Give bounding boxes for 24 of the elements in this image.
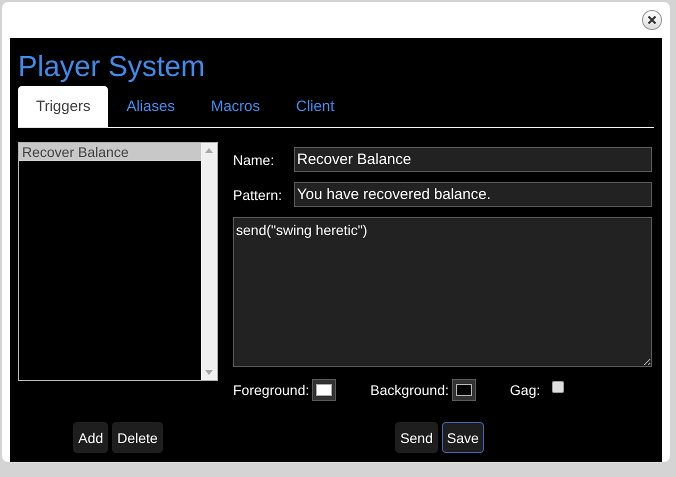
color-picker[interactable] <box>312 379 336 401</box>
tab[interactable]: Triggers <box>18 86 108 127</box>
close-icon <box>647 15 657 25</box>
form-action-button[interactable]: Save <box>442 422 484 453</box>
name-field[interactable]: Recover Balance <box>294 147 652 172</box>
pattern-field[interactable]: You have recovered balance. <box>294 182 652 207</box>
form-action-button[interactable]: Send <box>395 422 438 453</box>
close-button[interactable] <box>642 10 662 30</box>
panel-title: Player System <box>18 50 206 85</box>
list-action-button[interactable]: Add <box>73 422 108 453</box>
list-item[interactable]: Recover Balance <box>19 143 201 161</box>
option-label: Gag: <box>510 382 540 398</box>
tab[interactable]: Client <box>278 86 352 127</box>
tab[interactable]: Aliases <box>108 86 193 127</box>
script-field[interactable]: send("swing heretic") <box>233 217 652 367</box>
field-label: Name: <box>233 152 276 168</box>
field-label: Pattern: <box>233 186 284 202</box>
list-action-button[interactable]: Delete <box>112 422 163 453</box>
gag-checkbox[interactable] <box>552 381 564 393</box>
option-label: Foreground: <box>233 382 310 398</box>
option-label: Background: <box>370 382 449 398</box>
trigger-list[interactable]: Recover Balance <box>18 142 218 381</box>
tab[interactable]: Macros <box>192 86 278 127</box>
color-picker[interactable] <box>452 379 476 401</box>
